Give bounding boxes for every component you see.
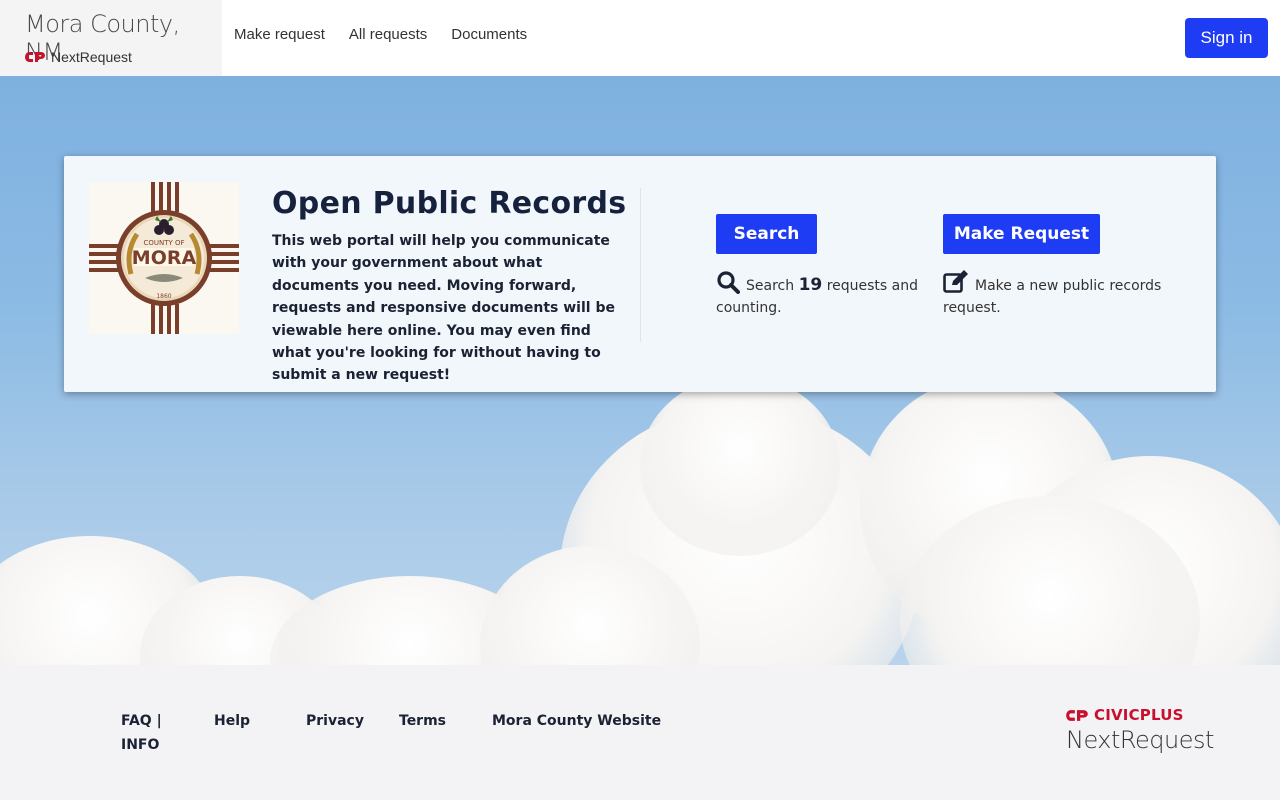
seal-year: 1860 — [156, 293, 171, 300]
brand-block[interactable]: Mora County, NM NextRequest — [0, 0, 222, 76]
footer-link-faq[interactable]: FAQ | INFO — [121, 709, 171, 757]
seal-name: MORA — [132, 247, 197, 269]
nav-make-request[interactable]: Make request — [234, 26, 325, 43]
nav-all-requests[interactable]: All requests — [349, 26, 427, 43]
search-icon — [717, 271, 740, 294]
footer-link-terms[interactable]: Terms — [399, 709, 446, 733]
nextrequest-wordmark: NextRequest — [1066, 726, 1214, 754]
main-nav: Make request All requests Documents — [234, 26, 527, 43]
cloud-decoration — [640, 376, 840, 556]
edit-icon — [943, 270, 968, 293]
civicplus-brand: CIVICPLUS NextRequest — [1066, 706, 1214, 754]
hero-section: COUNTY OF MORA 1860 Open Public Records … — [0, 76, 1280, 665]
top-header: Mora County, NM NextRequest Make request… — [0, 0, 1280, 77]
product-brand: NextRequest — [25, 49, 132, 65]
county-seal: COUNTY OF MORA 1860 — [87, 180, 241, 336]
make-request-button[interactable]: Make Request — [943, 214, 1100, 254]
footer-link-help[interactable]: Help — [214, 709, 250, 733]
page-description: This web portal will help you communicat… — [272, 233, 615, 384]
make-request-text: Make a new public records request. — [943, 278, 1162, 316]
card-divider — [640, 188, 641, 342]
nav-documents[interactable]: Documents — [451, 26, 527, 43]
civicplus-wordmark: CIVICPLUS — [1094, 706, 1184, 724]
footer-link-privacy[interactable]: Privacy — [306, 709, 364, 733]
page-title: Open Public Records — [272, 186, 627, 221]
county-seal-icon: COUNTY OF MORA 1860 — [87, 180, 241, 336]
sign-in-button[interactable]: Sign in — [1185, 18, 1268, 58]
search-button[interactable]: Search — [716, 214, 817, 254]
civicplus-logo-icon — [25, 52, 45, 62]
search-info: Search 19 requests and counting. — [716, 270, 926, 319]
seal-top-text: COUNTY OF — [143, 239, 184, 247]
civicplus-top: CIVICPLUS — [1066, 706, 1214, 724]
public-records-card: COUNTY OF MORA 1860 Open Public Records … — [64, 156, 1216, 392]
product-name: NextRequest — [51, 49, 132, 65]
request-count: 19 — [798, 275, 823, 295]
make-request-info: Make a new public records request. — [943, 270, 1173, 319]
footer-link-county-website[interactable]: Mora County Website — [492, 709, 661, 733]
search-info-prefix: Search — [746, 278, 795, 294]
civicplus-logo-icon — [1066, 709, 1088, 721]
page-footer: FAQ | INFO Help Privacy Terms Mora Count… — [0, 665, 1280, 800]
